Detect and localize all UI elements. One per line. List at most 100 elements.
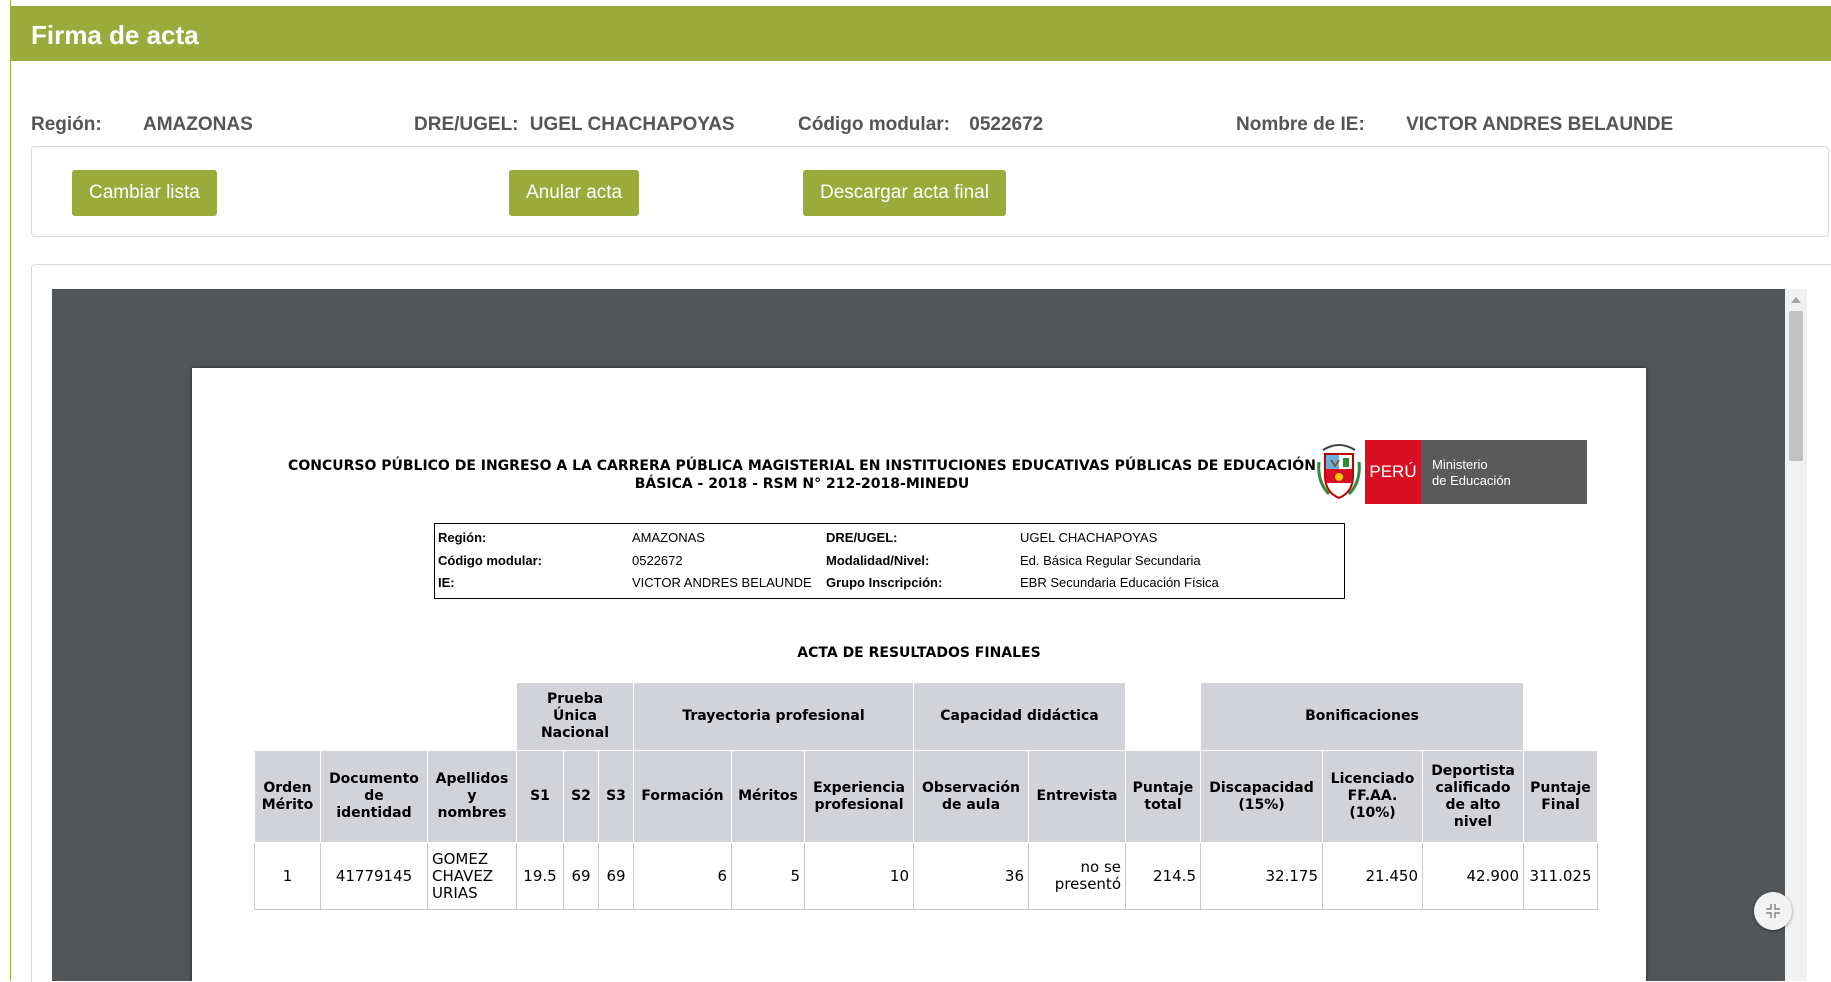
cell-puntaje-final: 311.025 xyxy=(1523,842,1598,910)
col-orden-merito: Orden Mérito xyxy=(254,750,321,843)
col-puntaje-total: Puntaje total xyxy=(1125,750,1201,843)
cell-s3: 69 xyxy=(598,842,634,910)
results-table: Prueba Única Nacional Trayectoria profes… xyxy=(254,682,1598,910)
col-s3: S3 xyxy=(598,750,634,843)
col-pfin-line2: Final xyxy=(1541,796,1580,813)
col-ape-line1: Apellidos xyxy=(435,771,509,787)
col-lic-line2: FF.AA. xyxy=(1347,788,1398,804)
cell-meritos: 5 xyxy=(731,842,805,910)
compress-icon[interactable] xyxy=(1754,892,1792,930)
col-entrevista: Entrevista xyxy=(1028,750,1126,843)
cell-experiencia: 10 xyxy=(804,842,914,910)
pdf-viewer[interactable]: CONCURSO PÚBLICO DE INGRESO A LA CARRERA… xyxy=(52,289,1807,981)
col-s2: S2 xyxy=(563,750,599,843)
col-obs-line2: de aula xyxy=(941,796,1001,813)
box-modalidad-label: Modalidad/Nivel: xyxy=(826,553,930,568)
group-prueba-unica: Prueba Única Nacional xyxy=(516,682,634,751)
region-label: Región: xyxy=(31,114,102,135)
dre-info: DRE/UGEL: UGEL CHACHAPOYAS xyxy=(414,114,735,136)
cell-observacion: 36 xyxy=(913,842,1029,910)
box-modalidad-value: Ed. Básica Regular Secundaria xyxy=(1020,553,1201,568)
col-exp-line1: Experiencia xyxy=(813,779,905,796)
ministerio-label: Ministerio de Educación xyxy=(1421,440,1587,504)
col-formacion: Formación xyxy=(633,750,732,843)
cell-orden: 1 xyxy=(254,842,321,910)
dre-value: UGEL CHACHAPOYAS xyxy=(529,114,735,135)
scroll-up-arrow-icon[interactable] xyxy=(1791,297,1801,303)
col-disc-line2: (15%) xyxy=(1238,796,1285,813)
descargar-acta-button[interactable]: Descargar acta final xyxy=(803,170,1006,216)
box-codigo-value: 0522672 xyxy=(632,553,683,568)
pdf-page: CONCURSO PÚBLICO DE INGRESO A LA CARRERA… xyxy=(192,368,1646,981)
col-dep-line3: de alto xyxy=(1445,796,1501,813)
nombre-label: Nombre de IE: xyxy=(1236,114,1365,135)
cell-s2: 69 xyxy=(563,842,599,910)
codigo-value: 0522672 xyxy=(969,114,1044,135)
minedu-logo: PERÚ Ministerio de Educación xyxy=(1317,440,1599,504)
codigo-label: Código modular: xyxy=(798,114,950,135)
col-orden-line1: Orden xyxy=(263,779,312,796)
cambiar-lista-button[interactable]: Cambiar lista xyxy=(72,170,217,216)
col-ptot-line1: Puntaje xyxy=(1132,779,1194,796)
col-lic-line1: Licenciado xyxy=(1330,771,1415,787)
cell-deportista: 42.900 xyxy=(1422,842,1524,910)
compress-glyph-icon xyxy=(1766,904,1780,918)
col-dep-line1: Deportista xyxy=(1431,762,1515,779)
scroll-thumb[interactable] xyxy=(1789,311,1803,461)
document-title-line1: CONCURSO PÚBLICO DE INGRESO A LA CARRERA… xyxy=(288,458,1316,474)
codigo-info: Código modular: 0522672 xyxy=(798,114,1043,136)
dre-label: DRE/UGEL: xyxy=(414,114,519,135)
box-grupo-label: Grupo Inscripción: xyxy=(826,575,943,590)
col-ape-line2: y xyxy=(467,788,477,804)
cell-entrevista-line2: presentó xyxy=(1054,875,1121,893)
cell-entrevista: no se presentó xyxy=(1028,842,1126,910)
region-info: Región: AMAZONAS xyxy=(31,114,253,136)
col-doc-line1: Documento xyxy=(329,771,419,787)
box-dre-label: DRE/UGEL: xyxy=(826,530,898,545)
ministerio-line2: de Educación xyxy=(1432,473,1511,488)
coat-of-arms-icon xyxy=(1317,444,1361,500)
group-prueba-line3: Nacional xyxy=(540,725,610,741)
actions-panel: Cambiar lista Anular acta Descargar acta… xyxy=(31,146,1829,237)
title-bar: Firma de acta xyxy=(10,6,1831,61)
col-exp-line2: profesional xyxy=(814,796,904,813)
group-trayectoria: Trayectoria profesional xyxy=(633,682,914,751)
col-licenciado: Licenciado FF.AA. (10%) xyxy=(1322,750,1423,843)
group-bonificaciones: Bonificaciones xyxy=(1200,682,1524,751)
col-orden-line2: Mérito xyxy=(261,796,314,813)
col-experiencia: Experiencia profesional xyxy=(804,750,914,843)
group-prueba-line1: Prueba xyxy=(546,691,604,707)
group-capacidad: Capacidad didáctica xyxy=(913,682,1126,751)
col-dep-line4: nivel xyxy=(1453,813,1493,830)
col-lic-line3: (10%) xyxy=(1349,805,1396,821)
col-dep-line2: calificado xyxy=(1435,779,1511,796)
anular-acta-button[interactable]: Anular acta xyxy=(509,170,640,216)
cell-nombre-line1: GOMEZ xyxy=(432,849,489,868)
cell-entrevista-line1: no se xyxy=(1080,858,1122,876)
cell-licenciado: 21.450 xyxy=(1322,842,1423,910)
cell-nombre-line3: URIAS xyxy=(432,883,478,902)
cell-puntaje-total: 214.5 xyxy=(1125,842,1201,910)
col-apellidos: Apellidos y nombres xyxy=(427,750,517,843)
acta-title: ACTA DE RESULTADOS FINALES xyxy=(797,645,1041,661)
col-pfin-line1: Puntaje xyxy=(1530,779,1591,796)
col-doc-line3: identidad xyxy=(336,805,412,821)
cell-discapacidad: 32.175 xyxy=(1200,842,1323,910)
page-title: Firma de acta xyxy=(31,20,199,50)
col-ptot-line2: total xyxy=(1144,796,1182,813)
cell-documento: 41779145 xyxy=(320,842,428,910)
box-region-value: AMAZONAS xyxy=(632,530,705,545)
box-ie-value: VICTOR ANDRES BELAUNDE xyxy=(632,575,812,590)
col-discapacidad: Discapacidad (15%) xyxy=(1200,750,1323,843)
col-puntaje-final: Puntaje Final xyxy=(1523,750,1598,843)
nombre-info: Nombre de IE: VICTOR ANDRES BELAUNDE xyxy=(1236,114,1673,136)
spacer-cell xyxy=(1523,682,1598,751)
document-title: CONCURSO PÚBLICO DE INGRESO A LA CARRERA… xyxy=(252,457,1352,493)
viewer-scrollbar[interactable] xyxy=(1785,289,1807,981)
cell-nombre-line2: CHAVEZ xyxy=(432,866,494,885)
region-value: AMAZONAS xyxy=(143,114,253,135)
box-region-label: Región: xyxy=(438,530,487,545)
cell-formacion: 6 xyxy=(633,842,732,910)
col-observacion: Observación de aula xyxy=(913,750,1029,843)
box-codigo-label: Código modular: xyxy=(438,553,542,568)
